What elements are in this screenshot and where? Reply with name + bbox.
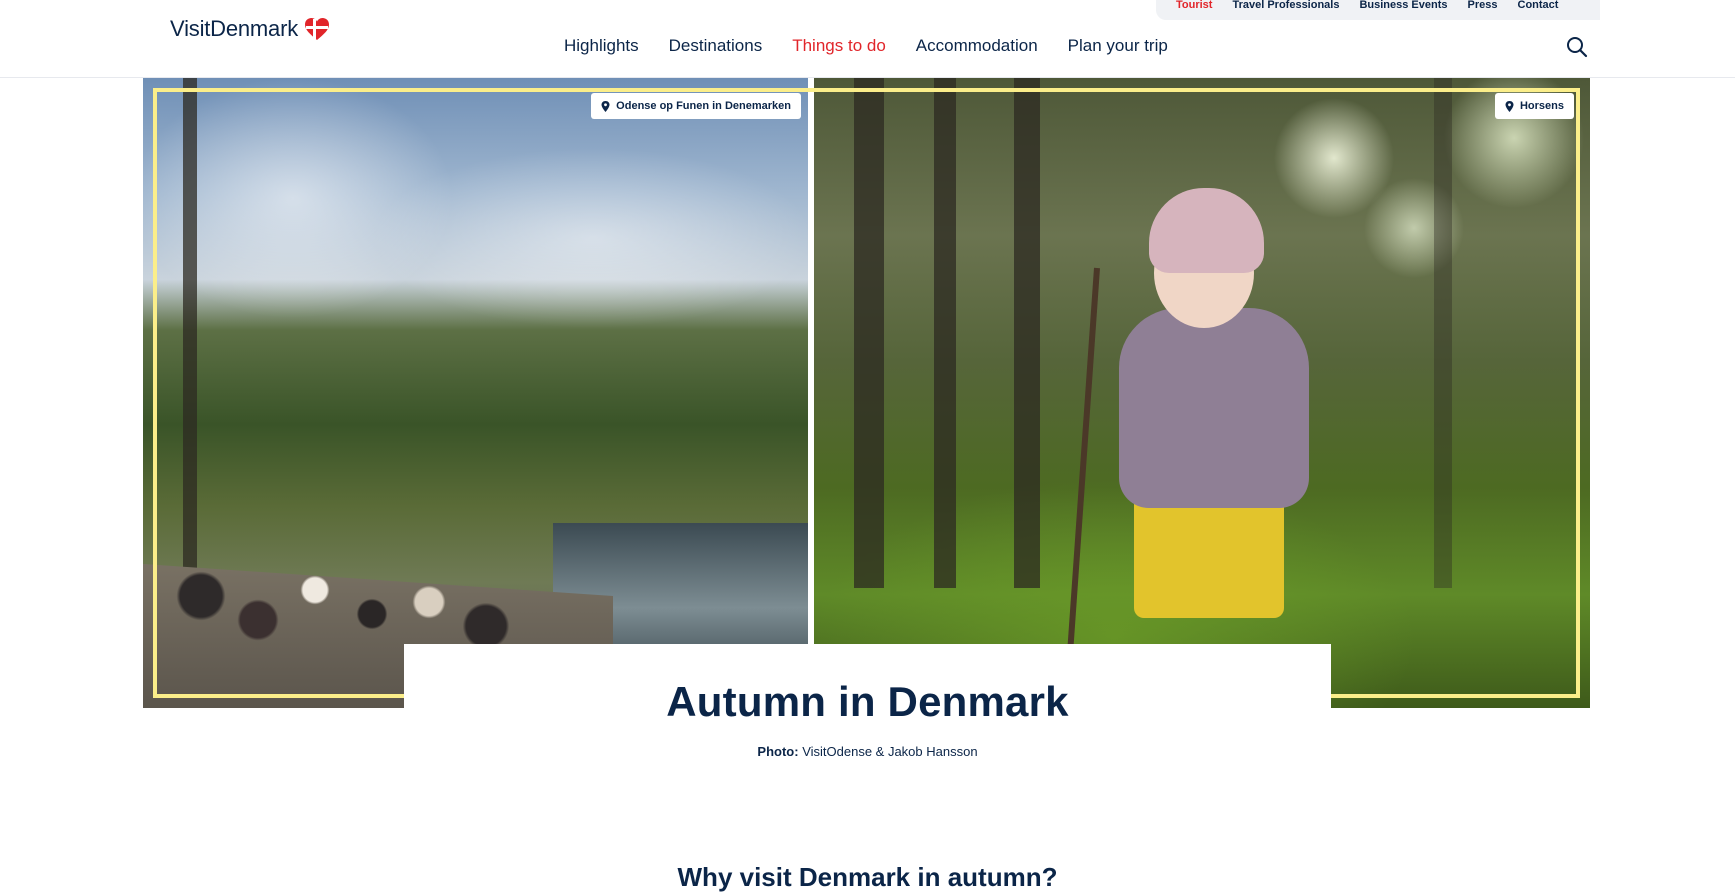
section-heading: Why visit Denmark in autumn?	[677, 861, 1058, 892]
location-tag-left[interactable]: Odense op Funen in Denemarken	[591, 93, 801, 119]
horsens-photo	[814, 78, 1590, 708]
tree-trunk	[183, 78, 197, 588]
location-tag-right[interactable]: Horsens	[1494, 93, 1574, 119]
odense-photo	[143, 78, 808, 708]
util-link-press[interactable]: Press	[1468, 0, 1498, 11]
walking-stick	[1063, 267, 1100, 708]
location-label: Horsens	[1519, 100, 1564, 112]
logo-text: VisitDenmark	[170, 16, 299, 41]
location-pin-icon	[1505, 100, 1514, 112]
utility-nav: Tourist Travel Professionals Business Ev…	[1156, 0, 1600, 20]
util-link-business-events[interactable]: Business Events	[1359, 0, 1447, 11]
site-header: VisitDenmark Tourist Travel Professional…	[0, 0, 1735, 78]
util-link-travel-professionals[interactable]: Travel Professionals	[1232, 0, 1339, 11]
nav-item-things-to-do[interactable]: Things to do	[792, 36, 886, 56]
util-link-contact[interactable]: Contact	[1518, 0, 1559, 11]
photo-credit-label: Photo:	[757, 744, 799, 759]
util-link-tourist[interactable]: Tourist	[1176, 0, 1212, 11]
child-jacket	[1119, 308, 1309, 508]
location-pin-icon	[601, 100, 610, 112]
danish-heart-icon	[305, 18, 330, 40]
tree-trunk	[1014, 78, 1040, 588]
nav-item-accommodation[interactable]: Accommodation	[916, 36, 1038, 56]
tree-trunk	[1434, 78, 1452, 588]
site-logo[interactable]: VisitDenmark	[170, 16, 330, 42]
main-nav: Highlights Destinations Things to do Acc…	[564, 36, 1168, 56]
title-card: Autumn in Denmark Photo: VisitOdense & J…	[404, 644, 1331, 784]
nav-item-highlights[interactable]: Highlights	[564, 36, 639, 56]
location-label: Odense op Funen in Denemarken	[616, 100, 791, 112]
hero-image: Odense op Funen in Denemarken Horsens	[143, 78, 1590, 708]
photo-credit: Photo: VisitOdense & Jakob Hansson	[404, 744, 1331, 759]
page-title: Autumn in Denmark	[666, 678, 1069, 725]
nav-item-plan-your-trip[interactable]: Plan your trip	[1068, 36, 1168, 56]
photo-credit-text: VisitOdense & Jakob Hansson	[802, 744, 978, 759]
tree-trunk	[934, 78, 956, 588]
child-hat	[1149, 188, 1264, 273]
tree-trunk	[854, 78, 884, 588]
nav-item-destinations[interactable]: Destinations	[669, 36, 763, 56]
search-icon[interactable]	[1565, 35, 1589, 59]
